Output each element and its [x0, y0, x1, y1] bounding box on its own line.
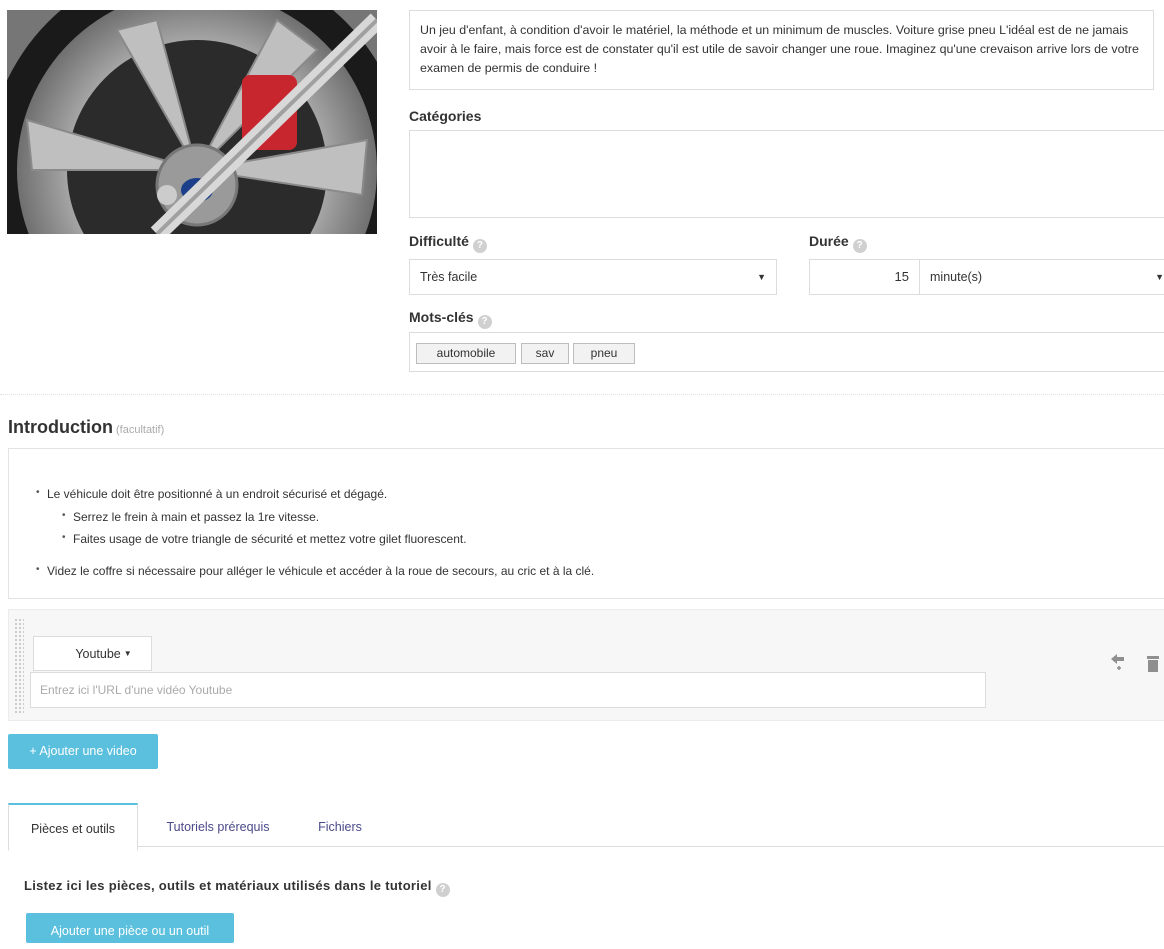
keywords-label-text: Mots-clés	[409, 309, 474, 325]
categories-label: Catégories	[409, 108, 482, 124]
drag-handle-icon[interactable]	[14, 618, 24, 713]
intro-list-subitem: Serrez le frein à main et passez la 1re …	[62, 510, 319, 524]
keyword-tag[interactable]: pneu	[573, 343, 635, 364]
help-icon[interactable]: ?	[477, 315, 492, 329]
caret-down-icon: ▼	[757, 272, 766, 282]
move-icon[interactable]	[1108, 652, 1128, 679]
intro-list-item: Le véhicule doit être positionné à un en…	[36, 487, 387, 501]
help-icon[interactable]: ?	[852, 239, 867, 253]
video-provider-value: Youtube	[75, 647, 121, 661]
duration-label-text: Durée	[809, 233, 849, 249]
parts-heading: Listez ici les pièces, outils et matéria…	[24, 878, 450, 897]
introduction-title: Introduction	[8, 417, 113, 437]
tutorial-cover-image[interactable]	[7, 10, 377, 234]
video-provider-select[interactable]: Youtube ▼	[33, 636, 152, 671]
intro-list-subitem: Faites usage de votre triangle de sécuri…	[62, 532, 467, 546]
difficulty-label-text: Difficulté	[409, 233, 469, 249]
video-url-input[interactable]: Entrez ici l'URL d'une vidéo Youtube	[30, 672, 986, 708]
duration-unit-value: minute(s)	[930, 270, 983, 284]
categories-field[interactable]	[409, 130, 1164, 218]
help-icon[interactable]: ?	[472, 239, 487, 253]
tab-parts-tools[interactable]: Pièces et outils	[8, 803, 138, 851]
duration-input[interactable]: 15	[809, 259, 920, 295]
trash-icon[interactable]	[1146, 655, 1160, 678]
introduction-editor[interactable]: Le véhicule doit être positionné à un en…	[8, 448, 1164, 599]
parts-heading-text: Listez ici les pièces, outils et matéria…	[24, 878, 432, 893]
keywords-label: Mots-clés?	[409, 309, 492, 329]
intro-list-item: Videz le coffre si nécessaire pour allég…	[36, 564, 594, 578]
help-icon[interactable]: ?	[435, 883, 450, 897]
optional-note: (facultatif)	[115, 424, 165, 436]
duration-unit-select[interactable]: minute(s) ▼	[920, 259, 1164, 295]
caret-down-icon: ▼	[1155, 272, 1164, 282]
description-text[interactable]: Un jeu d'enfant, à condition d'avoir le …	[409, 10, 1154, 90]
duration-label: Durée?	[809, 233, 867, 253]
difficulty-value: Très facile	[420, 270, 478, 284]
keyword-tag[interactable]: automobile	[416, 343, 516, 364]
tab-files[interactable]: Fichiers	[300, 803, 380, 851]
introduction-heading: Introduction (facultatif)	[8, 417, 164, 438]
add-video-button[interactable]: + Ajouter une video	[8, 734, 158, 769]
section-divider	[0, 394, 1164, 395]
tab-prerequisite-tutorials[interactable]: Tutoriels prérequis	[143, 803, 293, 851]
caret-down-icon: ▼	[123, 649, 132, 658]
keywords-field[interactable]: automobile sav pneu	[409, 332, 1164, 372]
keyword-tag[interactable]: sav	[521, 343, 569, 364]
add-part-button[interactable]: Ajouter une pièce ou un outil	[26, 913, 234, 943]
difficulty-select[interactable]: Très facile ▼	[409, 259, 777, 295]
difficulty-label: Difficulté?	[409, 233, 487, 253]
